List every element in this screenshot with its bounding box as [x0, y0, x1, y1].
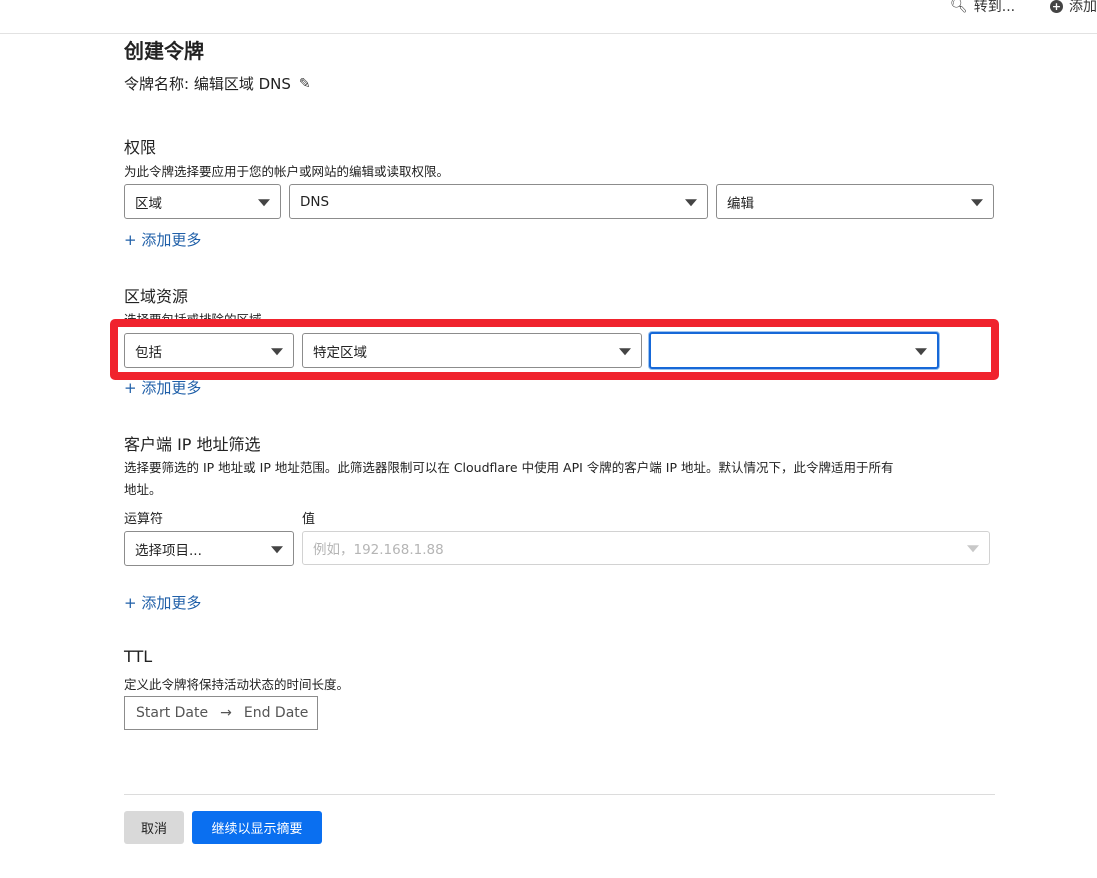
- operator-select-value: 选择项目...: [135, 542, 202, 559]
- ttl-description: 定义此令牌将保持活动状态的时间长度。: [124, 677, 350, 692]
- ip-filter-title: 客户端 IP 地址筛选: [124, 435, 261, 454]
- goto-action[interactable]: 🔍︎ 转到...: [950, 0, 1015, 16]
- permission-level-select[interactable]: 编辑: [716, 184, 994, 219]
- chevron-down-icon: [271, 347, 283, 355]
- chevron-down-icon: [619, 347, 631, 355]
- chevron-down-icon: [258, 198, 270, 206]
- chevron-down-icon: [967, 545, 979, 553]
- chevron-down-icon: [685, 198, 697, 206]
- zone-resources-title: 区域资源: [124, 287, 189, 306]
- value-label: 值: [302, 512, 316, 527]
- ip-filter-add-more-link[interactable]: + 添加更多: [124, 592, 201, 613]
- permission-type-value: DNS: [300, 193, 330, 210]
- token-name-text: 令牌名称: 编辑区域 DNS: [124, 75, 291, 93]
- footer-divider: [124, 794, 995, 795]
- end-date-field[interactable]: End Date: [244, 705, 309, 721]
- ttl-title: TTL: [124, 647, 153, 666]
- ip-filter-description-line2: 地址。: [124, 482, 162, 497]
- permission-level-value: 编辑: [727, 195, 754, 212]
- ip-filter-description-line1: 选择要筛选的 IP 地址或 IP 地址范围。此筛选器限制可以在 Cloudfla…: [124, 460, 894, 475]
- zone-resources-add-more-link[interactable]: + 添加更多: [124, 377, 201, 398]
- token-name: 令牌名称: 编辑区域 DNS ✎: [124, 73, 311, 94]
- start-date-field[interactable]: Start Date: [136, 705, 208, 721]
- zone-include-value: 包括: [135, 344, 162, 361]
- permissions-description: 为此令牌选择要应用于您的帐户或网站的编辑或读取权限。: [124, 164, 450, 179]
- arrow-right-icon: →: [220, 705, 232, 721]
- top-bar: 🔍︎ 转到... + 添加: [0, 0, 1097, 34]
- zone-resources-description: 选择要包括或排除的区域。: [124, 312, 275, 327]
- page-title: 创建令牌: [124, 39, 204, 63]
- operator-select[interactable]: 选择项目...: [124, 531, 294, 566]
- edit-pencil-icon[interactable]: ✎: [299, 76, 311, 92]
- add-action[interactable]: + 添加: [1050, 0, 1097, 16]
- ttl-date-range-picker[interactable]: Start Date → End Date: [124, 696, 318, 730]
- cancel-button[interactable]: 取消: [124, 811, 184, 844]
- permissions-title: 权限: [124, 138, 157, 157]
- add-label: 添加: [1069, 0, 1097, 15]
- permission-type-select[interactable]: DNS: [289, 184, 708, 219]
- add-circle-icon: +: [1050, 0, 1063, 13]
- zone-scope-value: 特定区域: [313, 344, 367, 361]
- search-icon: 🔍︎: [950, 0, 968, 14]
- permission-resource-value: 区域: [135, 195, 162, 212]
- zone-include-select[interactable]: 包括: [124, 333, 294, 368]
- ip-value-placeholder: 例如，192.168.1.88: [313, 542, 444, 558]
- chevron-down-icon: [271, 545, 283, 553]
- zone-specific-select[interactable]: [649, 332, 939, 369]
- permission-resource-select[interactable]: 区域: [124, 184, 281, 219]
- zone-scope-select[interactable]: 特定区域: [302, 333, 642, 368]
- ip-value-select[interactable]: 例如，192.168.1.88: [302, 531, 990, 565]
- chevron-down-icon: [915, 347, 927, 355]
- permissions-add-more-link[interactable]: + 添加更多: [124, 229, 201, 250]
- continue-to-summary-button[interactable]: 继续以显示摘要: [192, 811, 322, 844]
- operator-label: 运算符: [124, 512, 164, 527]
- chevron-down-icon: [971, 198, 983, 206]
- goto-label: 转到...: [973, 0, 1016, 15]
